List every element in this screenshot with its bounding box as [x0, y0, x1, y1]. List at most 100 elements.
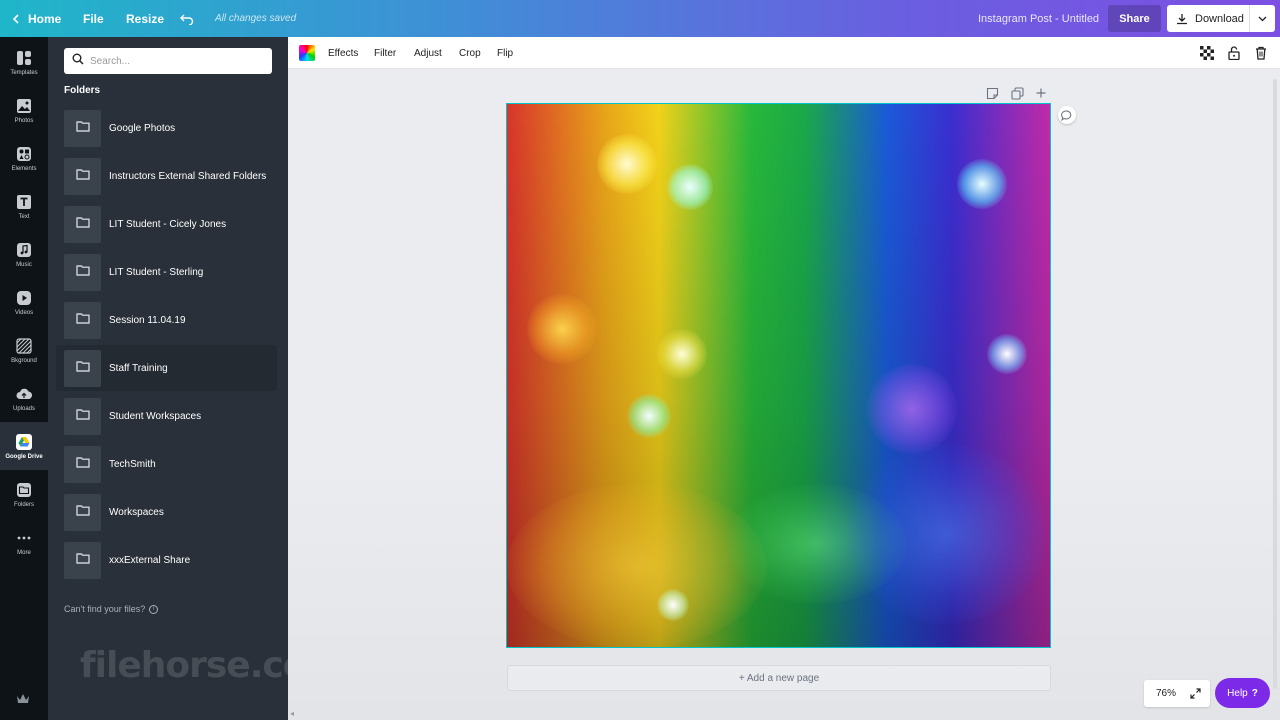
folder-icon	[75, 359, 90, 377]
folder-thumbnail	[64, 349, 101, 387]
sidebar-item-text[interactable]: Text	[0, 182, 48, 230]
undo-icon[interactable]	[180, 0, 194, 37]
zoom-control[interactable]: 76%	[1144, 680, 1210, 707]
folder-label: Google Photos	[109, 122, 176, 134]
add-page-icon[interactable]	[1035, 86, 1047, 100]
folder-item[interactable]: LIT Student - Sterling	[56, 249, 277, 295]
templates-icon	[15, 49, 33, 67]
help-button[interactable]: Help ?	[1215, 678, 1270, 708]
folder-item[interactable]: Student Workspaces	[56, 393, 277, 439]
folder-item[interactable]: Workspaces	[56, 489, 277, 535]
search-input[interactable]	[90, 55, 260, 67]
sidebar-item-label: Google Drive	[5, 453, 43, 460]
folder-label: Workspaces	[109, 506, 164, 518]
comment-icon[interactable]	[1058, 106, 1076, 124]
sidebar-rail: Templates Photos Elements Text Music Vid…	[0, 37, 48, 720]
folder-icon	[75, 311, 90, 329]
sidebar-item-uploads[interactable]: Uploads	[0, 374, 48, 422]
help-label: Help	[1227, 687, 1248, 699]
sidebar-item-label: Templates	[10, 69, 38, 76]
info-icon: i	[149, 604, 159, 614]
chevron-down-icon[interactable]	[1249, 5, 1275, 32]
crown-icon[interactable]	[16, 692, 30, 704]
download-label: Download	[1195, 12, 1244, 25]
folder-icon	[75, 167, 90, 185]
share-button[interactable]: Share	[1108, 5, 1161, 32]
folder-thumbnail	[64, 445, 101, 483]
adjust-button[interactable]: Adjust	[414, 37, 442, 69]
cant-find-files-link[interactable]: Can't find your files? i	[64, 604, 159, 614]
flip-button[interactable]: Flip	[497, 37, 513, 69]
vertical-scrollbar[interactable]	[1270, 69, 1280, 720]
scroll-left-icon[interactable]: ◂	[290, 709, 294, 718]
transparency-icon[interactable]	[1199, 45, 1215, 61]
folders-icon	[15, 481, 33, 499]
home-button[interactable]: Home	[12, 0, 61, 37]
lock-icon[interactable]	[1226, 45, 1242, 61]
folder-label: Staff Training	[109, 362, 168, 374]
sidebar-item-label: Videos	[14, 309, 34, 316]
top-bar: Home File Resize All changes saved Insta…	[0, 0, 1280, 37]
sidebar-item-folders[interactable]: Folders	[0, 470, 48, 518]
search-box[interactable]	[64, 48, 272, 74]
folder-item[interactable]: xxxExternal Share	[56, 537, 277, 583]
page-notes-icon[interactable]	[986, 86, 999, 100]
folder-thumbnail	[64, 397, 101, 435]
horizontal-scrollbar[interactable]: ◂	[288, 709, 1270, 720]
sidebar-item-label: More	[17, 549, 31, 556]
folder-icon	[75, 551, 90, 569]
question-icon: ?	[1251, 687, 1258, 699]
glitter-image[interactable]	[506, 103, 1051, 648]
filter-button[interactable]: Filter	[374, 37, 396, 69]
folder-item[interactable]: Session 11.04.19	[56, 297, 277, 343]
folder-item[interactable]: Google Photos	[56, 105, 277, 151]
sidebar-item-label: Music	[16, 261, 32, 268]
folder-thumbnail	[64, 493, 101, 531]
sidebar-item-label: Text	[18, 213, 30, 220]
folder-item[interactable]: TechSmith	[56, 441, 277, 487]
folder-icon	[75, 503, 90, 521]
folder-thumbnail	[64, 157, 101, 195]
sidebar-item-more[interactable]: More	[0, 518, 48, 566]
folder-item[interactable]: LIT Student - Cicely Jones	[56, 201, 277, 247]
folder-item[interactable]: Staff Training	[56, 345, 277, 391]
uploads-icon	[15, 385, 33, 403]
cant-find-label: Can't find your files?	[64, 604, 146, 614]
add-new-page-button[interactable]: + Add a new page	[507, 665, 1051, 691]
folder-thumbnail	[64, 301, 101, 339]
folder-icon	[75, 455, 90, 473]
duplicate-page-icon[interactable]	[1011, 86, 1024, 100]
google-drive-icon	[15, 433, 33, 451]
elements-icon	[15, 145, 33, 163]
sidebar-item-label: Bkground	[11, 357, 37, 364]
sidebar-item-templates[interactable]: Templates	[0, 38, 48, 86]
save-status: All changes saved	[215, 13, 297, 24]
sidebar-item-label: Photos	[14, 117, 34, 124]
file-menu-button[interactable]: File	[83, 0, 104, 37]
sidebar-item-background[interactable]: Bkground	[0, 326, 48, 374]
download-button[interactable]: Download	[1167, 5, 1275, 32]
home-label: Home	[28, 11, 62, 26]
folder-label: xxxExternal Share	[109, 554, 191, 566]
crop-button[interactable]: Crop	[459, 37, 481, 69]
sidebar-item-music[interactable]: Music	[0, 230, 48, 278]
sidebar-item-google-drive[interactable]: Google Drive	[0, 422, 48, 470]
search-icon	[72, 52, 84, 70]
background-icon	[15, 337, 33, 355]
sidebar-item-elements[interactable]: Elements	[0, 134, 48, 182]
folder-item[interactable]: Instructors External Shared Folders	[56, 153, 277, 199]
text-icon	[15, 193, 33, 211]
sidebar-item-photos[interactable]: Photos	[0, 86, 48, 134]
folder-icon	[75, 119, 90, 137]
chevron-left-icon	[12, 11, 20, 27]
color-swatch-button[interactable]	[299, 45, 315, 61]
download-icon	[1169, 13, 1195, 25]
more-icon	[15, 529, 33, 547]
trash-icon[interactable]	[1253, 45, 1269, 61]
sidebar-item-label: Folders	[13, 501, 34, 508]
design-title[interactable]: Instagram Post - Untitled	[978, 0, 1099, 37]
sidebar-item-videos[interactable]: Videos	[0, 278, 48, 326]
resize-button[interactable]: Resize	[126, 0, 164, 37]
effects-button[interactable]: Effects	[328, 37, 358, 69]
fullscreen-icon[interactable]	[1190, 688, 1201, 699]
